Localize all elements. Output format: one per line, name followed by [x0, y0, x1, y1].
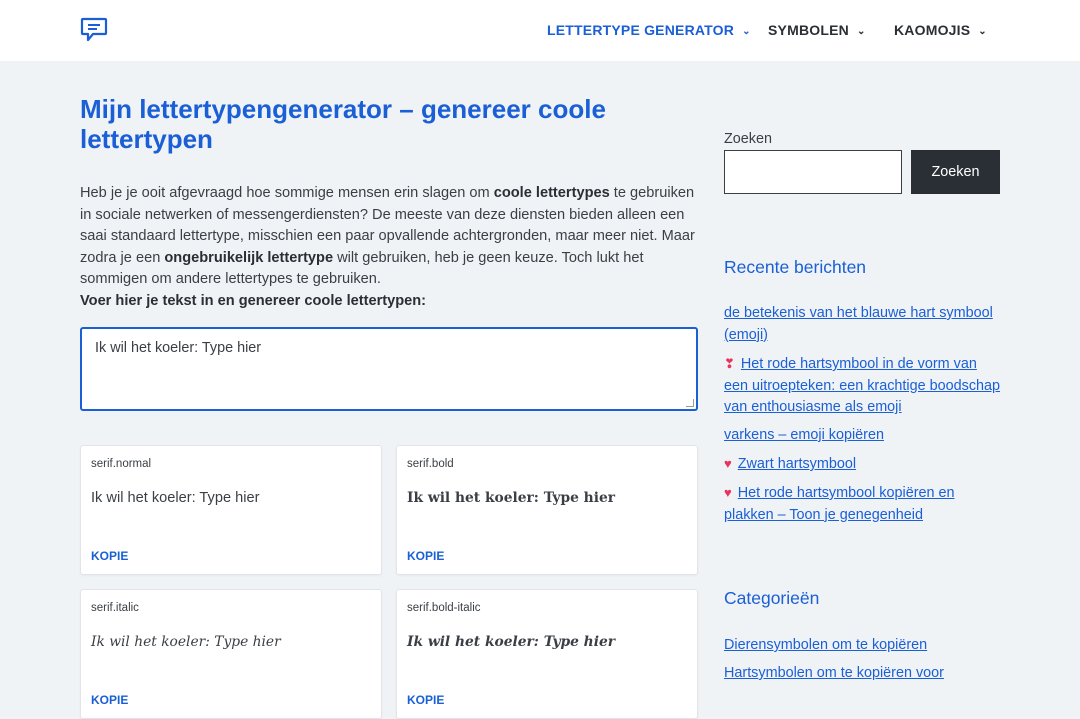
font-card-serif-normal: serif.normal Ik wil het koeler: Type hie…: [80, 445, 382, 575]
text-input[interactable]: Ik wil het koeler: Type hier: [80, 327, 698, 411]
font-style-label: serif.normal: [91, 458, 152, 470]
recent-post-link[interactable]: varkens – emoji kopiëren: [724, 425, 1004, 447]
chevron-down-icon: ⌄: [978, 26, 987, 37]
font-card-serif-bold: serif.bold Ik wil het koeler: Type hier …: [396, 445, 698, 575]
recent-post-link[interactable]: ❣ Het rode hartsymbool in de vorm van een…: [724, 353, 1004, 419]
font-style-label: serif.bold-italic: [407, 602, 481, 614]
nav-label: KAOMOJIS: [894, 22, 971, 38]
copy-button[interactable]: KOPIE: [407, 549, 444, 563]
nav-item-kaomojis[interactable]: KAOMOJIS ⌄: [894, 22, 987, 38]
nav-item-lettertype-generator[interactable]: LETTERTYPE GENERATOR ⌄: [547, 22, 751, 38]
recent-post-link[interactable]: ♥ Het rode hartsymbool kopiëren en plakke…: [724, 482, 1004, 526]
chat-bubble-icon[interactable]: [80, 17, 108, 43]
nav-item-symbolen[interactable]: SYMBOLEN ⌄: [768, 22, 866, 38]
categories-title: Categorieën: [724, 588, 820, 608]
category-link[interactable]: Hartsymbolen om te kopiëren voor: [724, 663, 1004, 685]
chevron-down-icon: ⌄: [856, 26, 866, 37]
recent-posts-title: Recente berichten: [724, 257, 867, 277]
input-prompt: Voer hier je tekst in en genereer coole …: [80, 293, 427, 309]
search-button[interactable]: Zoeken: [911, 150, 1000, 194]
search-input[interactable]: [724, 150, 902, 194]
search-label: Zoeken: [724, 131, 772, 147]
copy-button[interactable]: KOPIE: [91, 693, 128, 707]
heart-icon: ♥: [724, 456, 732, 471]
font-style-label: serif.italic: [91, 602, 139, 614]
resize-handle-icon[interactable]: [686, 399, 694, 407]
font-style-label: serif.bold: [407, 458, 454, 470]
nav-label: SYMBOLEN: [768, 22, 849, 38]
page-title: Mijn lettertypengenerator – genereer coo…: [80, 94, 606, 154]
top-navigation-bar: LETTERTYPE GENERATOR ⌄ SYMBOLEN ⌄ KAOMOJIS…: [0, 0, 1080, 61]
copy-button[interactable]: KOPIE: [91, 549, 128, 563]
copy-button[interactable]: KOPIE: [407, 693, 444, 707]
font-preview: Ik wil het koeler: Type hier: [407, 490, 616, 506]
font-card-serif-italic: serif.italic Ik wil het koeler: Type hie…: [80, 589, 382, 719]
category-link[interactable]: Dierensymbolen om te kopiëren: [724, 635, 1004, 657]
recent-post-link[interactable]: ♥ Zwart hartsymbool: [724, 453, 1004, 476]
recent-post-link[interactable]: de betekenis van het blauwe hart symbool…: [724, 303, 1004, 346]
font-card-serif-bold-italic: serif.bold-italic Ik wil het koeler: Typ…: [396, 589, 698, 719]
intro-paragraph: Heb je je ooit afgevraagd hoe sommige me…: [80, 185, 695, 288]
text-input-value: Ik wil het koeler: Type hier: [95, 340, 262, 356]
heart-icon: ♥: [724, 485, 732, 500]
font-preview: Ik wil het koeler: Type hier: [91, 490, 260, 506]
heart-exclamation-icon: ❣: [724, 356, 735, 371]
font-preview: Ik wil het koeler: Type hier: [407, 634, 616, 650]
nav-label: LETTERTYPE GENERATOR: [547, 22, 735, 38]
font-preview: Ik wil het koeler: Type hier: [91, 634, 281, 650]
chevron-down-icon: ⌄: [742, 26, 751, 37]
